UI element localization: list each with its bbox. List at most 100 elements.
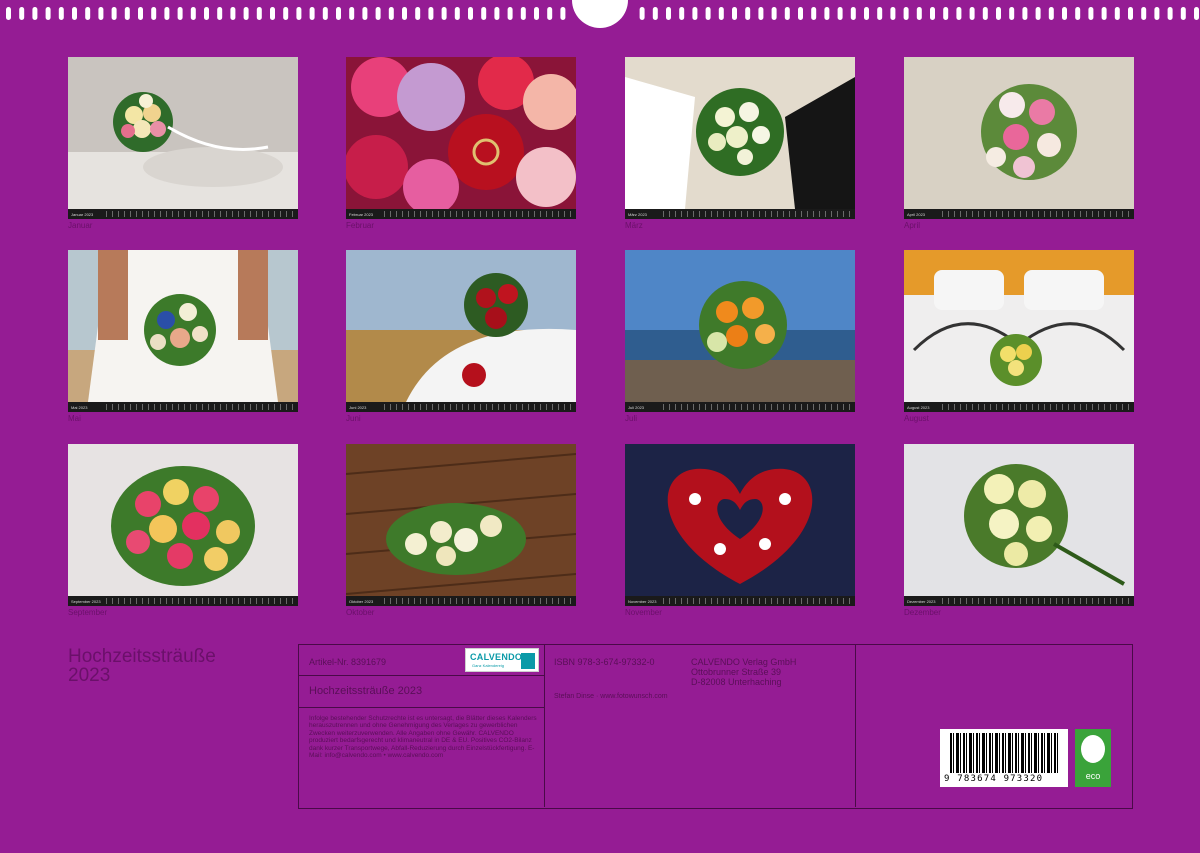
eco-badge: eco xyxy=(1075,729,1111,787)
spiral-loop xyxy=(1075,7,1081,20)
divider xyxy=(299,675,544,676)
spiral-loop xyxy=(652,7,658,20)
spiral-loop xyxy=(692,7,698,20)
spiral-loop xyxy=(415,7,421,20)
strip-month: Februar 2023 xyxy=(349,211,374,217)
spiral-loop xyxy=(19,7,25,20)
spiral-loop xyxy=(138,7,143,20)
spiral-loop xyxy=(1141,7,1147,20)
strip-month: Dezember 2023 xyxy=(907,598,936,604)
month-caption: April xyxy=(904,221,921,230)
barcode-number: 9 783674 973320 xyxy=(944,774,1044,784)
month-caption: Oktober xyxy=(346,608,375,617)
calendar-strip: Dezember 2023 xyxy=(904,596,1134,606)
spiral-loop xyxy=(982,7,988,20)
bouquet-image xyxy=(625,250,855,402)
spiral-loop xyxy=(864,7,869,20)
spiral-loop xyxy=(362,7,368,20)
day-grid xyxy=(379,598,576,604)
legal-text: Infolge bestehender Schutzrechte ist es … xyxy=(309,715,537,760)
day-grid xyxy=(379,404,576,410)
spiral-loop xyxy=(481,7,487,20)
spiral-loop xyxy=(666,7,671,20)
bouquet-image xyxy=(68,57,298,209)
divider xyxy=(299,707,544,708)
bouquet-image xyxy=(346,444,576,596)
day-grid xyxy=(101,598,298,604)
strip-month: August 2023 xyxy=(907,404,930,410)
photo-november xyxy=(625,444,855,596)
publisher-city: D-82008 Unterhaching xyxy=(691,677,782,687)
spiral-loop xyxy=(705,7,711,20)
spiral-loop xyxy=(494,7,500,20)
spiral-loop xyxy=(349,7,355,20)
photo-dezember xyxy=(904,444,1134,596)
day-grid xyxy=(658,598,855,604)
month-caption: September xyxy=(68,608,108,617)
spiral-loop xyxy=(1035,7,1041,20)
leaf-icon xyxy=(1081,735,1105,763)
spiral-loop xyxy=(507,7,513,20)
photo-oktober xyxy=(346,444,576,596)
spiral-loop xyxy=(679,7,685,20)
spiral-loop xyxy=(388,7,394,20)
spiral-loop xyxy=(177,7,183,20)
spiral-loop xyxy=(296,7,302,20)
photo-maerz xyxy=(625,57,855,209)
spiral-loop xyxy=(1128,7,1133,20)
spiral-loop xyxy=(943,7,949,20)
bouquet-image xyxy=(68,444,298,596)
spiral-loop xyxy=(916,7,922,20)
spiral-loop xyxy=(468,7,473,20)
logo-mark-icon xyxy=(521,653,535,669)
strip-month: Oktober 2023 xyxy=(349,598,374,604)
month-caption: Mai xyxy=(68,414,81,423)
strip-month: September 2023 xyxy=(71,598,101,604)
photo-mai xyxy=(68,250,298,402)
calendar-strip: November 2023 xyxy=(625,596,855,606)
spiral-loop xyxy=(718,7,724,20)
photographer: Stefan Dinse · www.fotowunsch.com xyxy=(554,693,668,700)
title-line-1: Hochzeitssträuße xyxy=(68,646,216,667)
spiral-loop xyxy=(1022,7,1028,20)
spiral-loop xyxy=(111,7,117,20)
spiral-loop xyxy=(1101,7,1107,20)
bouquet-image xyxy=(625,57,855,209)
calendar-strip: Mai 2023 xyxy=(68,402,298,412)
spiral-loop xyxy=(151,7,157,20)
publisher-name: CALVENDO Verlag GmbH xyxy=(691,657,797,667)
title-line-2: 2023 xyxy=(68,665,111,686)
article-number: Artikel-Nr. 8391679 xyxy=(309,657,387,667)
spiral-loop xyxy=(309,7,315,20)
spiral-loop xyxy=(732,7,737,20)
strip-month: Januar 2023 xyxy=(71,211,94,217)
photo-januar xyxy=(68,57,298,209)
spiral-loop xyxy=(402,7,407,20)
spiral-loop xyxy=(1114,7,1120,20)
day-grid xyxy=(379,211,576,217)
photo-juli xyxy=(625,250,855,402)
hanger-hole xyxy=(572,0,628,28)
spiral-loop xyxy=(164,7,170,20)
day-grid xyxy=(937,404,1134,410)
calendar-strip: März 2023 xyxy=(625,209,855,219)
day-grid xyxy=(937,211,1134,217)
spiral-loop xyxy=(190,7,196,20)
day-grid xyxy=(101,404,298,410)
photo-september xyxy=(68,444,298,596)
spiral-loop xyxy=(58,7,64,20)
bouquet-image xyxy=(904,444,1134,596)
calendar-title: Hochzeitssträuße 2023 xyxy=(68,647,288,685)
day-grid xyxy=(658,211,855,217)
spiral-loop xyxy=(98,7,104,20)
month-caption: Februar xyxy=(346,221,375,230)
spiral-loop xyxy=(1062,7,1067,20)
photo-februar xyxy=(346,57,576,209)
spiral-loop xyxy=(639,7,645,20)
spiral-loop xyxy=(32,7,38,20)
calvendo-logo: CALVENDO Ganz Kalendereig xyxy=(465,648,539,672)
calendar-strip: April 2023 xyxy=(904,209,1134,219)
bouquet-image xyxy=(346,250,576,402)
spiral-loop xyxy=(322,7,328,20)
divider xyxy=(855,645,856,807)
